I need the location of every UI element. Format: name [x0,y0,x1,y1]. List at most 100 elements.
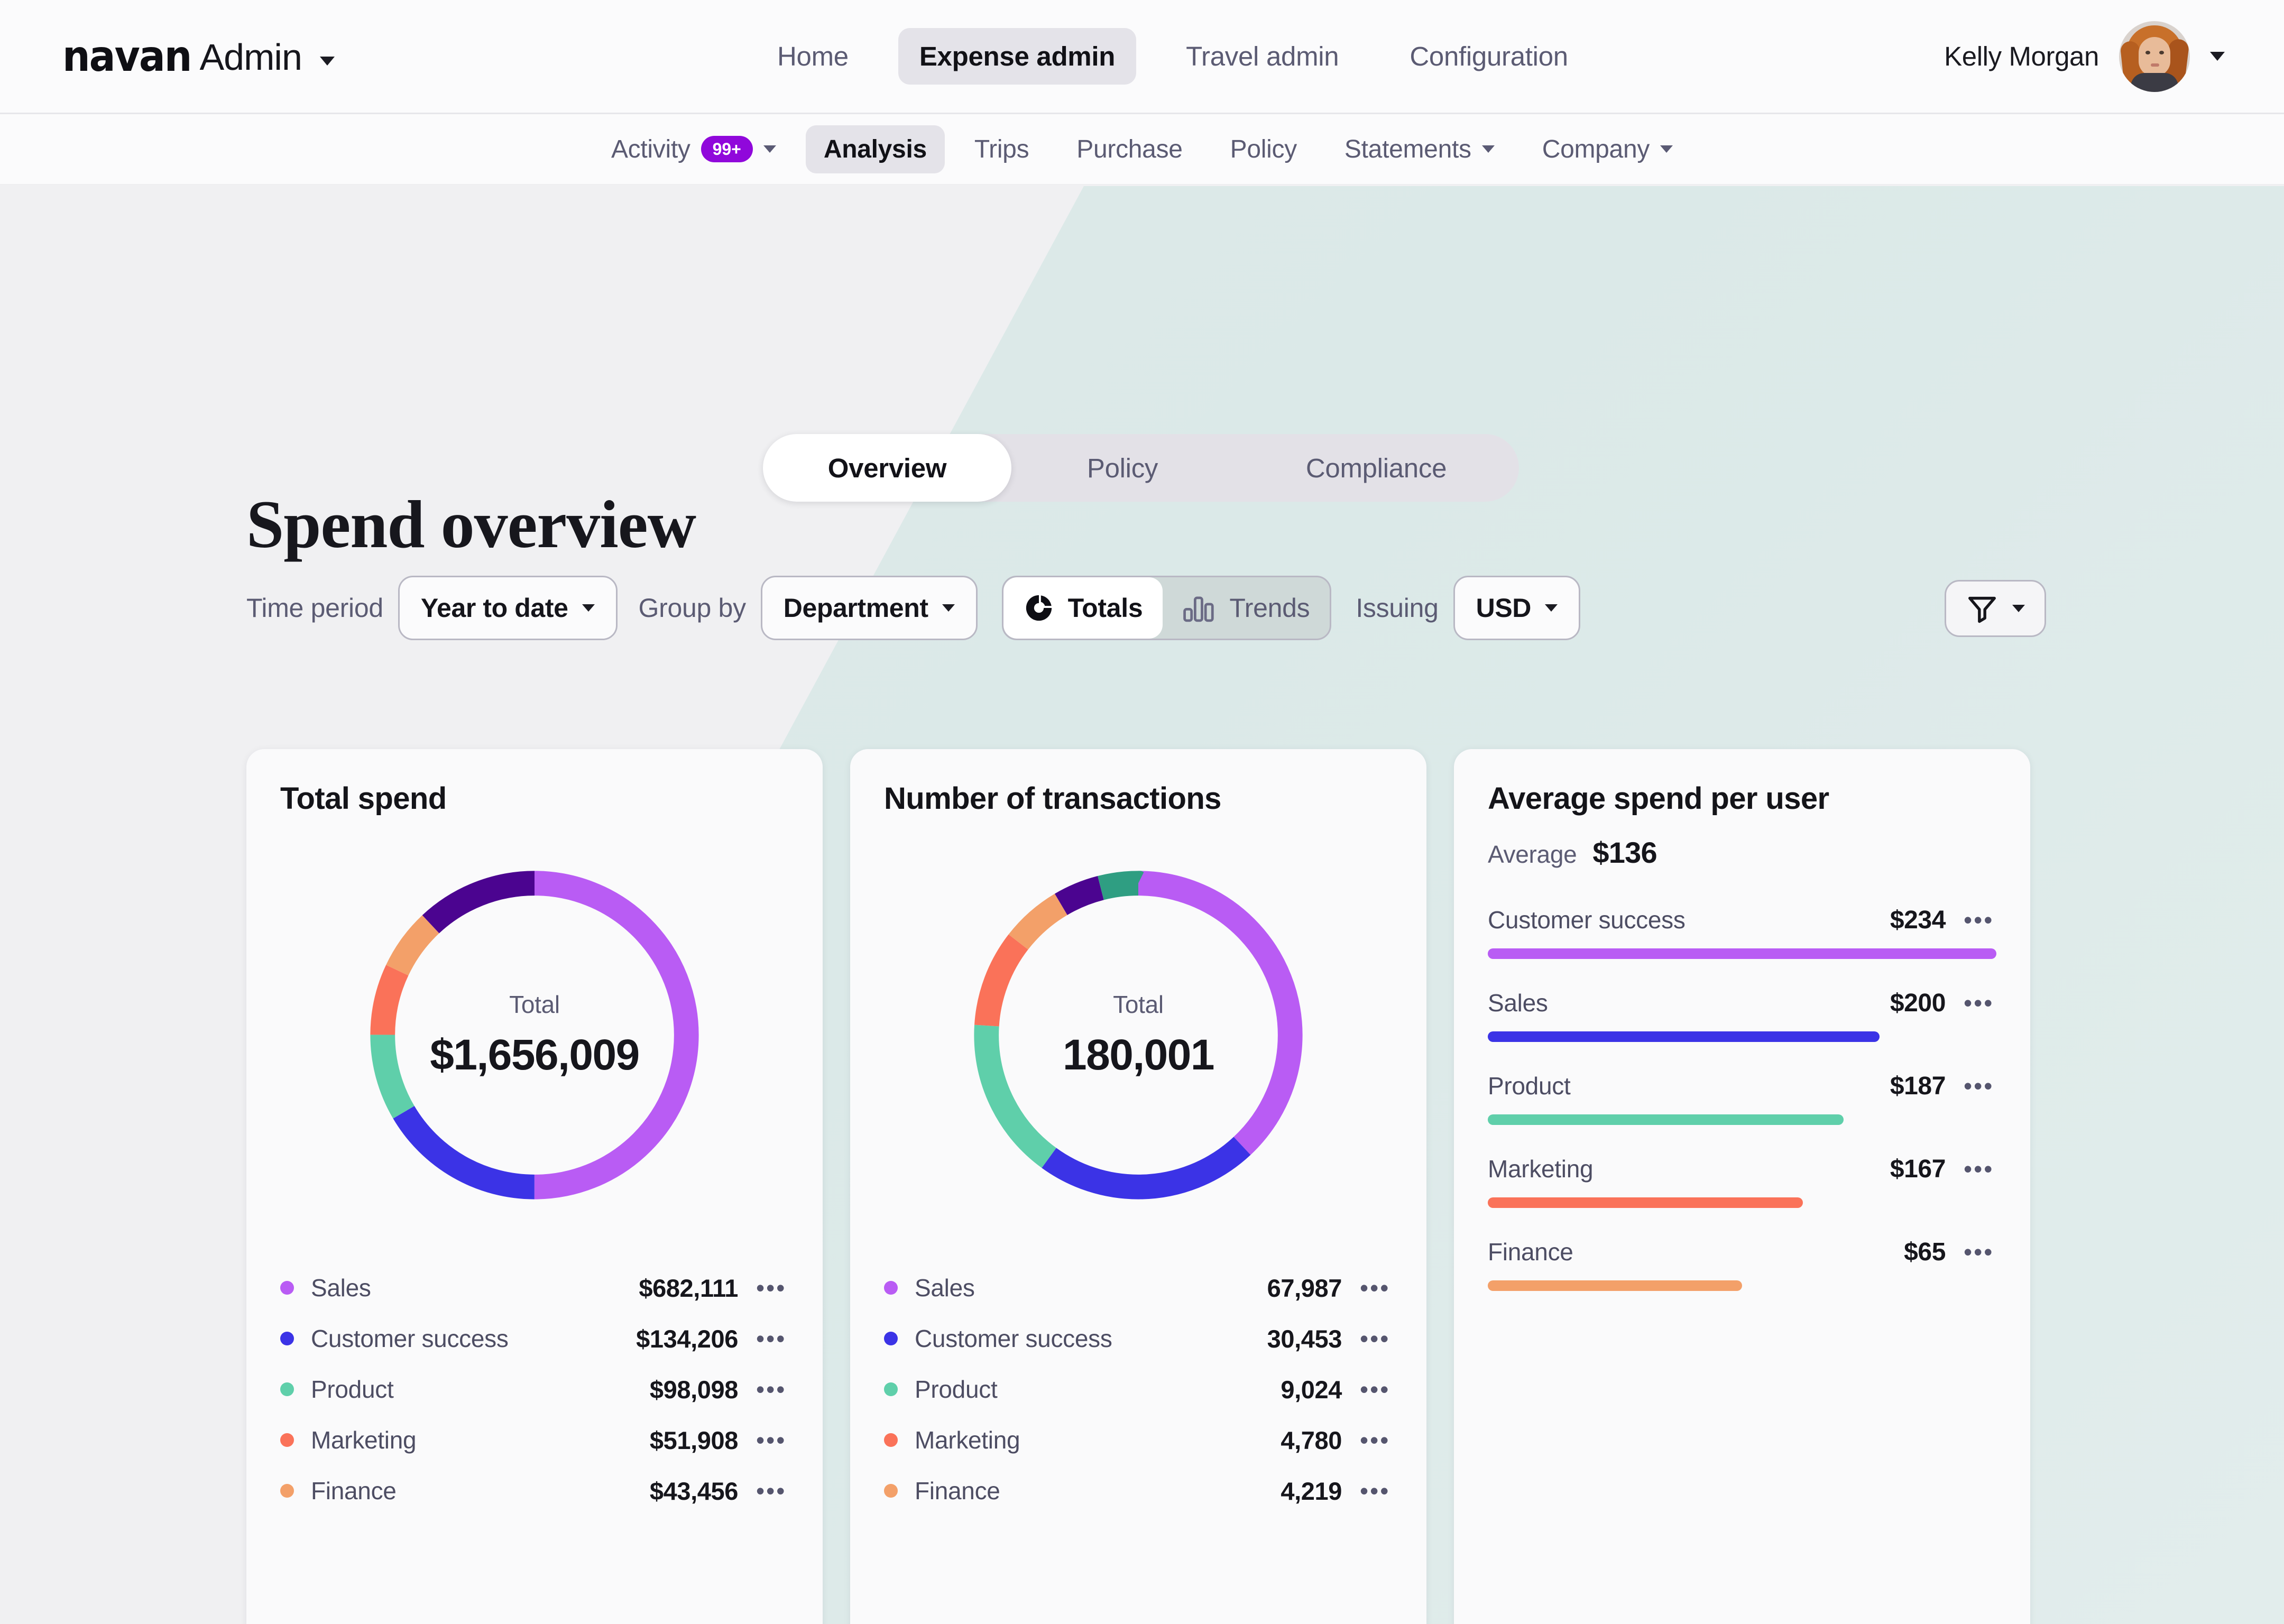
card-title: Total spend [280,781,447,816]
legend-color-dot [884,1332,898,1345]
legend-item[interactable]: Finance $43,456 ••• [280,1465,789,1516]
legend-value: 67,987 [1267,1274,1342,1302]
subnav-item-policy[interactable]: Policy [1212,125,1315,173]
legend-item[interactable]: Sales $682,111 ••• [280,1262,789,1313]
group-by-select[interactable]: Department [760,576,978,640]
legend-more-icon[interactable]: ••• [756,1377,789,1401]
bar-item[interactable]: Customer success $234 ••• [1488,906,1996,959]
bar-label: Sales [1488,989,1548,1017]
legend-item[interactable]: Sales 67,987 ••• [884,1262,1393,1313]
tab-compliance[interactable]: Compliance [1233,434,1519,502]
legend-value: $98,098 [649,1375,738,1404]
bar-item[interactable]: Product $187 ••• [1488,1072,1996,1125]
nav-item-expense-admin[interactable]: Expense admin [898,28,1137,85]
subnav-item-statements[interactable]: Statements [1327,125,1513,173]
activity-chevron-down-icon[interactable] [763,145,776,153]
avatar [2119,21,2190,92]
time-period-value: Year to date [420,593,568,623]
nav-item-home[interactable]: Home [756,28,870,85]
legend-more-icon[interactable]: ••• [1360,1276,1393,1300]
bar-track [1488,1031,1996,1042]
tab-overview[interactable]: Overview [763,434,1011,502]
filter-button[interactable] [1945,580,2046,637]
bar-label: Marketing [1488,1155,1594,1183]
subnav-label-company: Company [1542,135,1650,163]
brand-logo[interactable]: navan Admin [62,32,335,81]
nav-item-configuration[interactable]: Configuration [1388,28,1589,85]
legend-more-icon[interactable]: ••• [1360,1479,1393,1503]
filter-toolbar: Time period Year to date Group by Depart… [246,576,1581,640]
nav-item-travel-admin[interactable]: Travel admin [1165,28,1360,85]
legend-item[interactable]: Marketing $51,908 ••• [280,1415,789,1465]
subnav-label-purchase: Purchase [1076,135,1183,163]
subnav-label-statements: Statements [1344,135,1471,163]
legend-item[interactable]: Marketing 4,780 ••• [884,1415,1393,1465]
issuing-label: Issuing [1356,593,1439,623]
bar-item[interactable]: Marketing $167 ••• [1488,1155,1996,1208]
company-chevron-down-icon[interactable] [1660,145,1673,153]
bar-more-icon[interactable]: ••• [1964,1240,1996,1264]
legend-color-dot [884,1382,898,1396]
bar-item[interactable]: Finance $65 ••• [1488,1238,1996,1291]
legend-item[interactable]: Finance 4,219 ••• [884,1465,1393,1516]
legend-list: Sales 67,987 ••• Customer success 30,453… [884,1262,1393,1516]
legend-more-icon[interactable]: ••• [756,1276,789,1300]
legend-color-dot [884,1281,898,1295]
subnav-item-activity[interactable]: Activity 99+ [593,125,794,173]
view-mode-totals-label: Totals [1067,593,1143,623]
currency-select[interactable]: USD [1453,576,1581,640]
bar-chart-icon [1183,596,1214,622]
legend-label: Marketing [915,1426,1020,1454]
metric-cards: Total spend Total $1,656,009 Sales $682,… [246,749,2030,1624]
group-by-label: Group by [638,593,747,623]
legend-label: Marketing [311,1426,417,1454]
tab-policy[interactable]: Policy [1011,434,1233,502]
bar-more-icon[interactable]: ••• [1964,991,1996,1015]
donut-center: Total $1,656,009 [358,859,711,1212]
legend-more-icon[interactable]: ••• [756,1479,789,1503]
bar-item[interactable]: Sales $200 ••• [1488,989,1996,1042]
legend-value: 4,780 [1281,1426,1342,1454]
legend-label: Customer success [311,1325,509,1352]
legend-item[interactable]: Customer success $134,206 ••• [280,1313,789,1364]
time-period-select[interactable]: Year to date [398,576,618,640]
legend-more-icon[interactable]: ••• [1360,1428,1393,1452]
brand-chevron-down-icon[interactable] [319,56,335,66]
legend-more-icon[interactable]: ••• [1360,1326,1393,1351]
subnav-item-trips[interactable]: Trips [956,125,1047,173]
legend-item[interactable]: Product 9,024 ••• [884,1364,1393,1415]
view-mode-totals[interactable]: Totals [1003,577,1163,639]
donut-center-value: $1,656,009 [430,1031,640,1079]
legend-label: Sales [311,1274,371,1302]
view-mode-trends[interactable]: Trends [1163,577,1330,639]
currency-chevron-down-icon [1545,604,1558,612]
time-period-chevron-down-icon [582,604,595,612]
legend-more-icon[interactable]: ••• [756,1326,789,1351]
bar-value: $187 [1890,1072,1946,1100]
bar-more-icon[interactable]: ••• [1964,1074,1996,1098]
average-value: $136 [1592,836,1657,869]
subnav-item-company[interactable]: Company [1524,125,1691,173]
legend-item[interactable]: Customer success 30,453 ••• [884,1313,1393,1364]
statements-chevron-down-icon[interactable] [1481,145,1495,153]
secondary-navigation-bar: Activity 99+ Analysis Trips Purchase Pol… [0,114,2284,184]
subnav-item-purchase[interactable]: Purchase [1058,125,1200,173]
subnav-label-analysis: Analysis [823,135,927,163]
user-menu[interactable]: Kelly Morgan [1944,21,2225,92]
page-title: Spend overview [246,487,696,562]
user-chevron-down-icon[interactable] [2210,52,2225,61]
bar-track [1488,1280,1996,1291]
subnav-label-trips: Trips [974,135,1029,163]
legend-label: Sales [915,1274,975,1302]
time-period-label: Time period [246,593,383,623]
filter-chevron-down-icon [2012,605,2025,612]
average-label: Average [1488,841,1577,868]
bar-fill [1488,1031,1880,1042]
bar-more-icon[interactable]: ••• [1964,1157,1996,1181]
legend-label: Finance [311,1477,397,1505]
subnav-item-analysis[interactable]: Analysis [805,125,945,173]
legend-item[interactable]: Product $98,098 ••• [280,1364,789,1415]
legend-more-icon[interactable]: ••• [756,1428,789,1452]
legend-more-icon[interactable]: ••• [1360,1377,1393,1401]
bar-more-icon[interactable]: ••• [1964,908,1996,932]
